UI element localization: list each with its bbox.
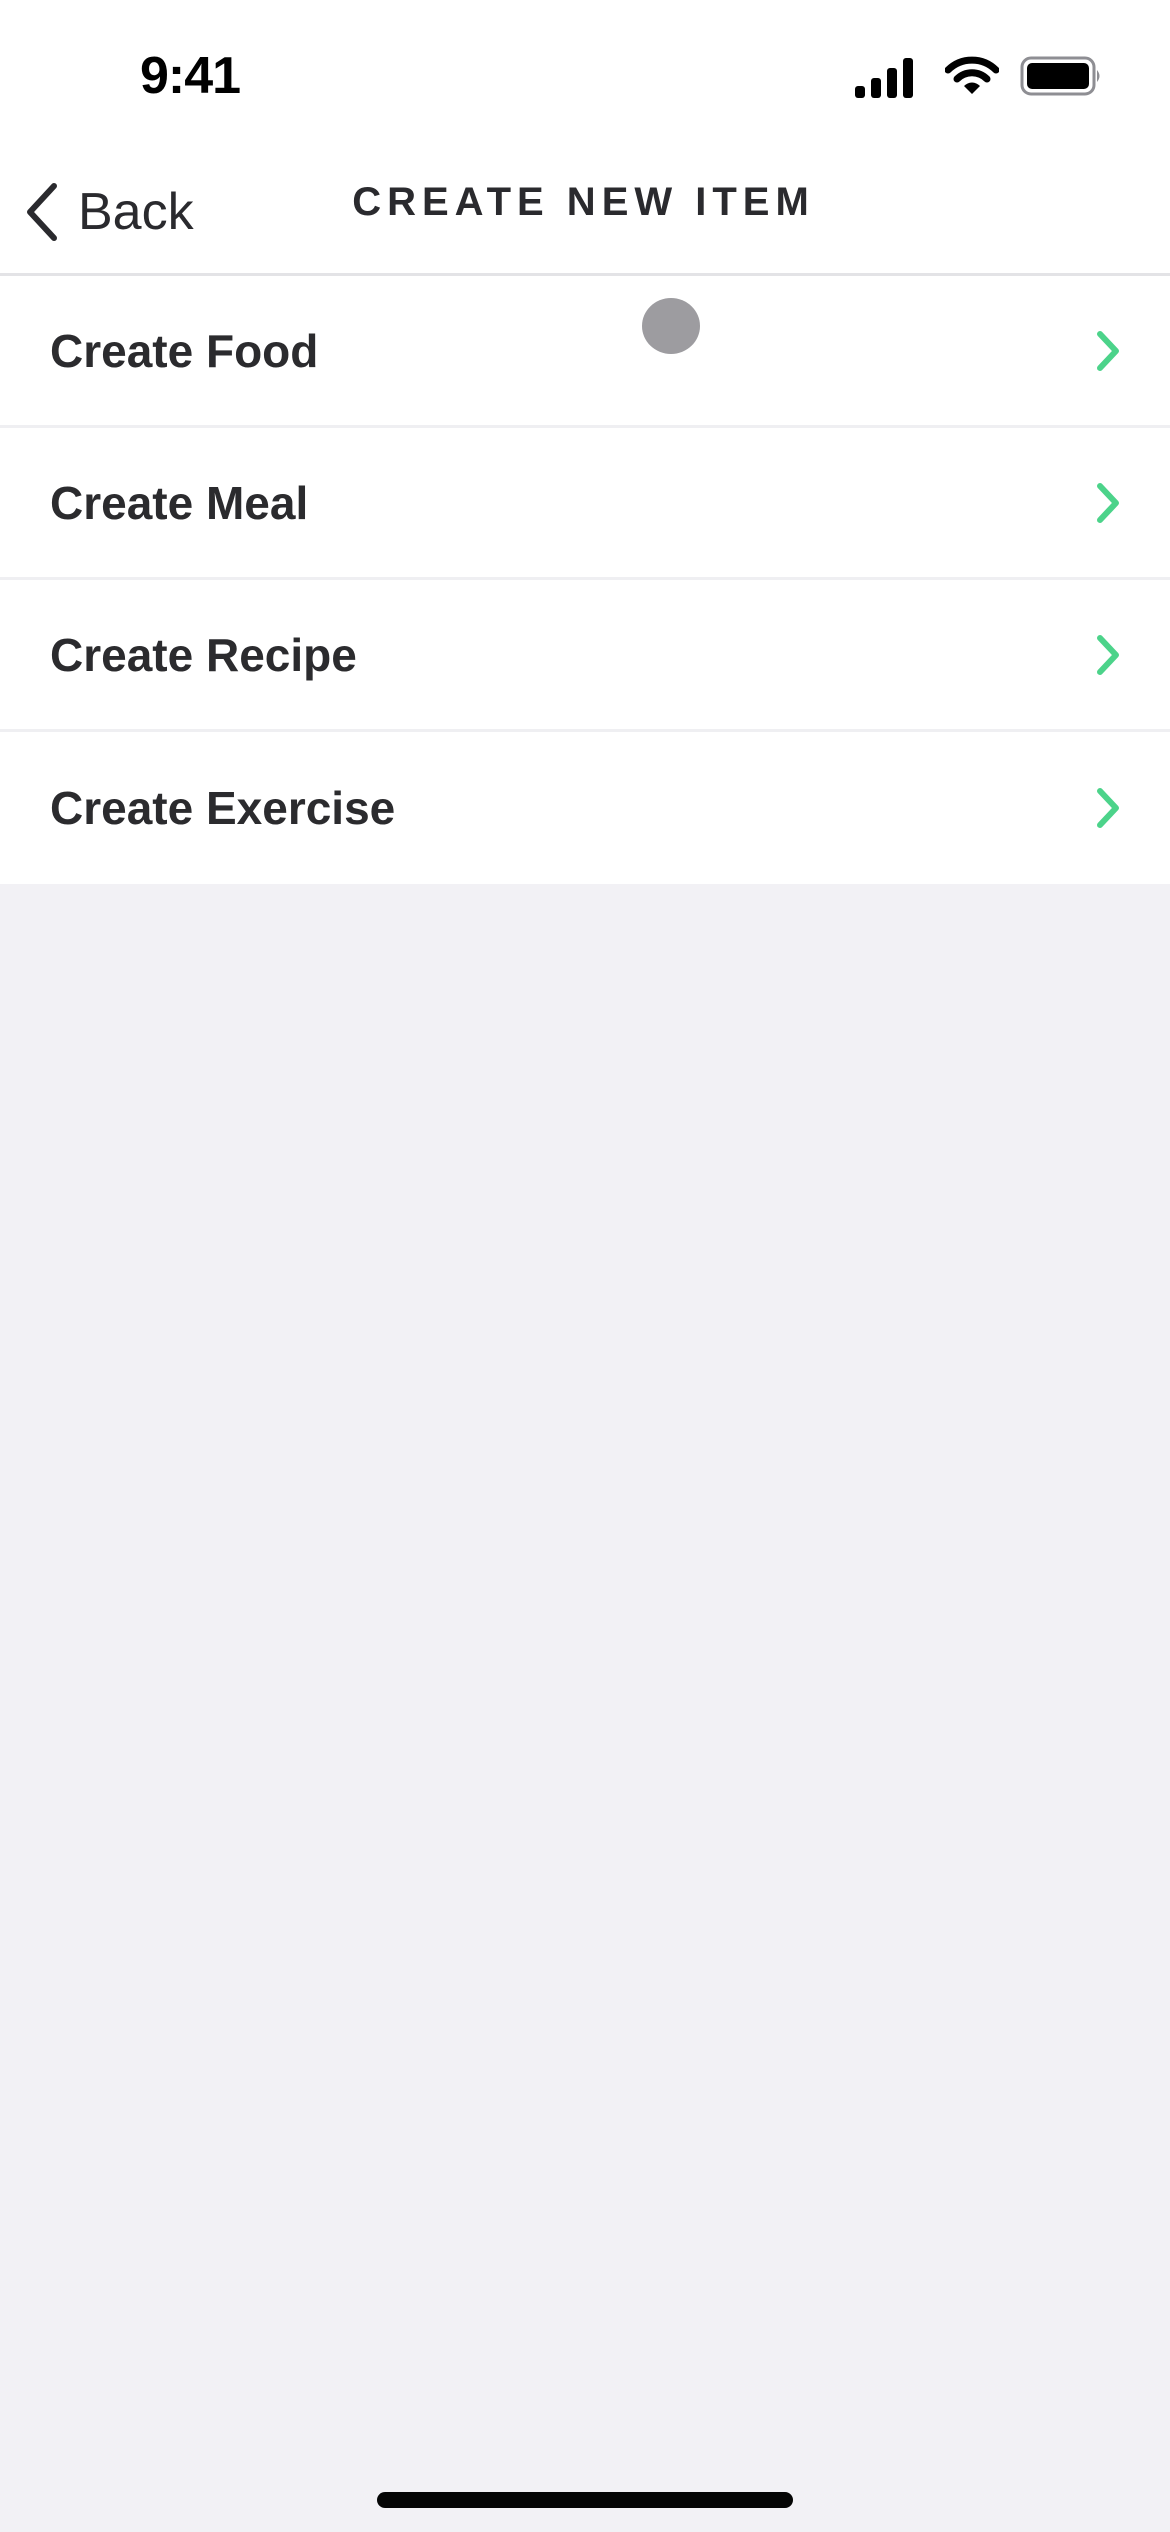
home-indicator[interactable] [377,2492,793,2508]
list-item-label: Create Exercise [50,782,396,834]
status-time: 9:41 [140,47,241,105]
list-item-create-exercise[interactable]: Create Exercise [0,732,1170,884]
chevron-right-icon [1097,634,1119,675]
list-item-label: Create Meal [50,476,309,529]
list-item-label: Create Food [50,324,319,377]
create-item-list: Create Food Create Meal Create Recipe Cr… [0,276,1170,884]
chevron-right-icon [1097,330,1119,371]
list-item-create-food[interactable]: Create Food [0,276,1170,428]
navigation-bar: Back CREATE NEW ITEM [0,150,1170,276]
list-item-create-recipe[interactable]: Create Recipe [0,580,1170,732]
chevron-right-icon [1097,482,1119,523]
battery-icon [1020,56,1100,96]
status-bar: 9:41 [0,0,1170,150]
wifi-icon [945,56,999,94]
page-title: CREATE NEW ITEM [352,180,815,224]
list-item-label: Create Recipe [50,628,357,681]
list-item-create-meal[interactable]: Create Meal [0,428,1170,580]
status-icons [840,56,1170,100]
cellular-signal-icon [855,58,913,98]
touch-indicator [642,298,700,354]
chevron-right-icon [1097,788,1119,828]
